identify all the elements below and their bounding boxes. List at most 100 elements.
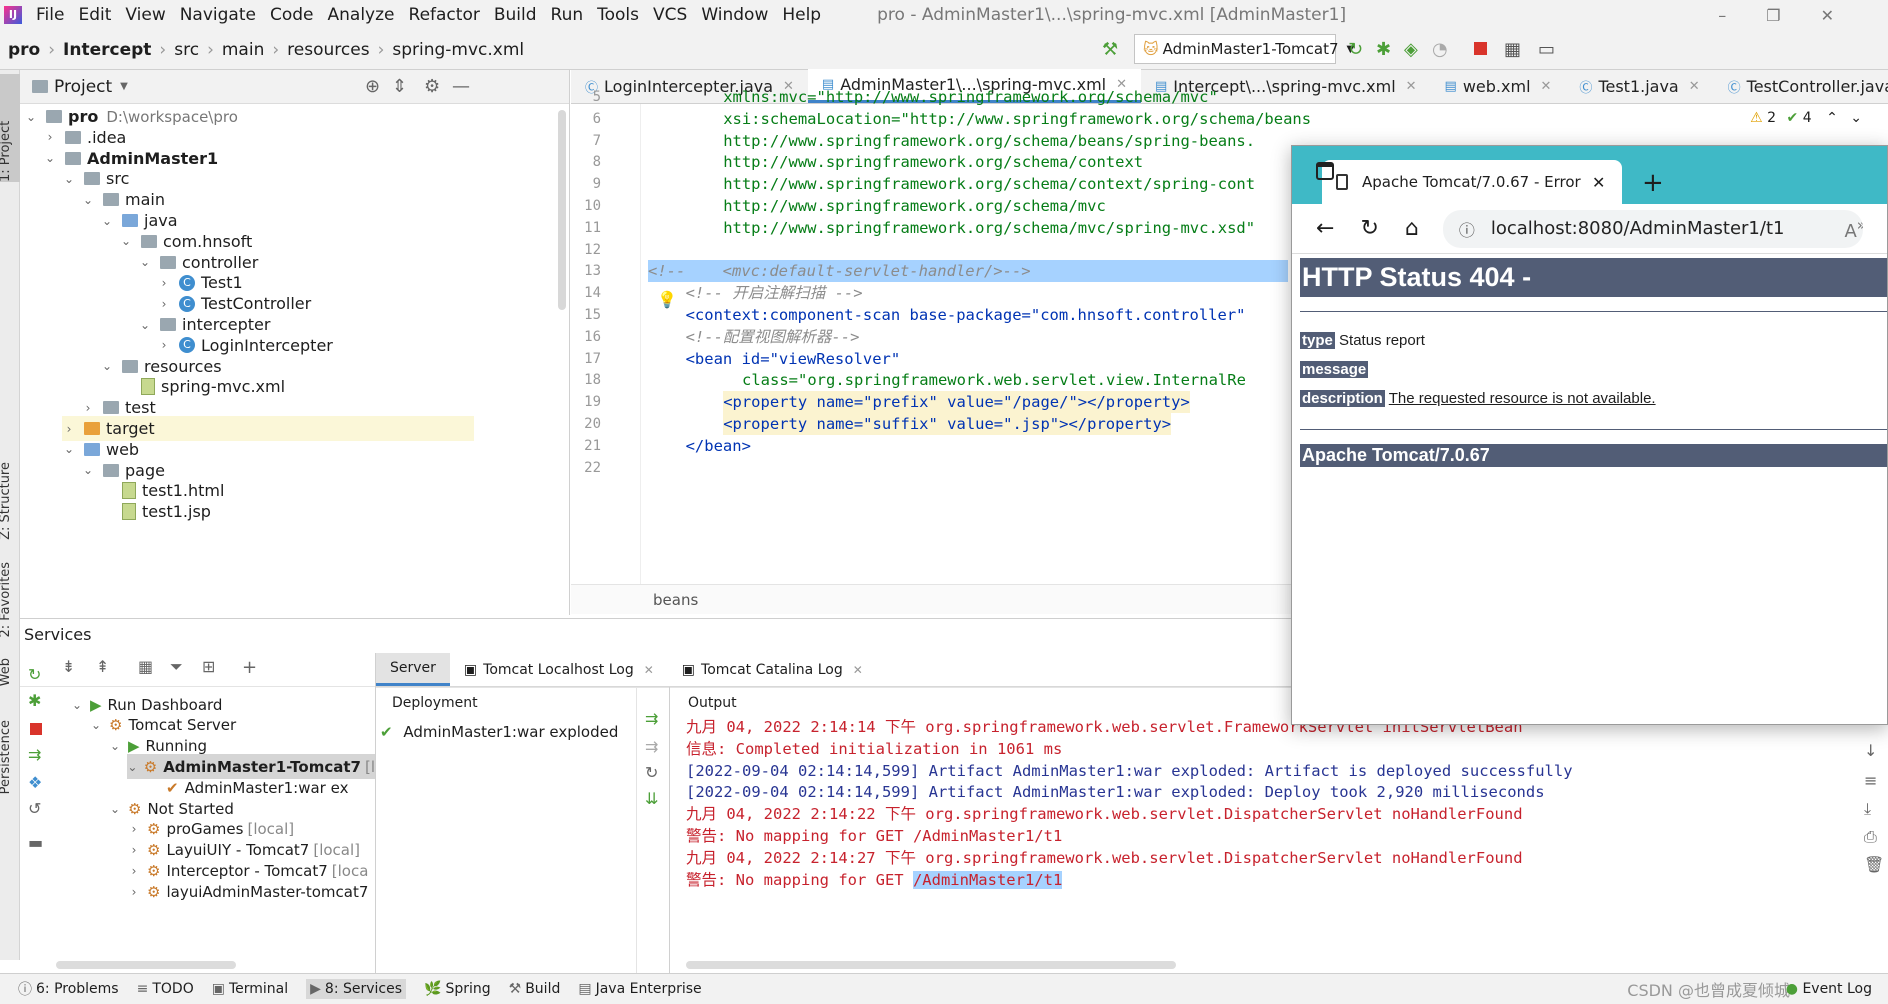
browser-tab[interactable]: Apache Tomcat/7.0.67 - Error rep ✕: [1322, 160, 1622, 204]
web-tool-tab[interactable]: Web: [0, 658, 20, 686]
breadcrumb-item[interactable]: resources: [287, 40, 369, 60]
structure-tool-tab[interactable]: Z: Structure: [0, 462, 20, 540]
rerun-icon[interactable]: ↻: [1348, 39, 1363, 60]
chevron-down-icon[interactable]: ⌄: [1850, 110, 1862, 126]
toolwindow-terminal[interactable]: ▣ Terminal: [212, 979, 288, 999]
code-line[interactable]: <!--配置视图解析器-->: [686, 326, 860, 348]
tree-scrollbar[interactable]: [56, 961, 236, 969]
scroll-down-icon[interactable]: ↓: [1864, 741, 1877, 760]
chevron-down-icon[interactable]: ⌄: [119, 234, 133, 248]
chevron-right-icon[interactable]: ›: [157, 276, 171, 290]
filter-icon[interactable]: ⏷: [170, 657, 183, 677]
chevron-down-icon[interactable]: ⌄: [81, 193, 95, 207]
profile-icon[interactable]: ◔: [1432, 39, 1448, 60]
project-tool-tab[interactable]: 1: Project: [0, 74, 20, 182]
project-view-title[interactable]: Project: [54, 77, 112, 97]
toolwindow-todo[interactable]: ≡ TODO: [137, 979, 194, 999]
breadcrumb-item[interactable]: pro: [8, 40, 40, 60]
back-icon[interactable]: ←: [1316, 216, 1334, 241]
menu-refactor[interactable]: Refactor: [409, 5, 480, 25]
code-line[interactable]: <bean id="viewResolver": [686, 348, 901, 370]
tab-actions-icon[interactable]: [1316, 162, 1334, 180]
build-hammer-icon[interactable]: ⚒: [1102, 39, 1118, 60]
server-tab[interactable]: ▣ Tomcat Catalina Log ✕: [668, 653, 877, 686]
trash-icon[interactable]: 🗑: [1864, 855, 1884, 874]
chevron-down-icon[interactable]: ⌄: [100, 359, 114, 373]
toolwindow-java-enterprise[interactable]: ▤ Java Enterprise: [578, 979, 701, 999]
menu-navigate[interactable]: Navigate: [180, 5, 256, 25]
chevron-down-icon[interactable]: ▼: [120, 81, 128, 92]
deploy-icon[interactable]: ⇉: [28, 745, 41, 764]
code-line[interactable]: </bean>: [686, 435, 751, 457]
code-line[interactable]: xsi:schemaLocation="http://www.springfra…: [723, 108, 1311, 130]
chevron-down-icon[interactable]: ⌄: [62, 442, 76, 456]
refresh-icon[interactable]: ↺: [28, 799, 41, 818]
add-icon[interactable]: +: [242, 657, 257, 678]
toolwindow--problems[interactable]: ⓘ 6: Problems: [18, 979, 119, 999]
undeploy-icon[interactable]: ⇉: [645, 737, 658, 756]
persistence-tool-tab[interactable]: Persistence: [0, 720, 20, 794]
code-line[interactable]: <property name="prefix" value="/page/"><…: [723, 391, 1190, 414]
chevron-right-icon[interactable]: ›: [81, 401, 95, 415]
new-tab-icon[interactable]: +: [1642, 168, 1664, 198]
chevron-down-icon[interactable]: ⌄: [62, 172, 76, 186]
project-structure-icon[interactable]: ▦: [1504, 39, 1521, 60]
close-icon[interactable]: ✕: [644, 663, 654, 677]
output-scrollbar[interactable]: [686, 961, 1176, 969]
chevron-up-icon[interactable]: ⌃: [1826, 110, 1838, 126]
inspection-widget[interactable]: ⚠ 2 ✔ 4 ⌃ ⌄: [1750, 110, 1862, 126]
collapse-all-icon[interactable]: ⇕: [392, 76, 407, 97]
menu-build[interactable]: Build: [494, 5, 537, 25]
menu-file[interactable]: File: [36, 5, 64, 25]
code-line[interactable]: class="org.springframework.web.servlet.v…: [742, 369, 1246, 391]
deploy-all-icon[interactable]: ⇊: [645, 789, 658, 808]
new-tab-icon[interactable]: ⊞: [202, 657, 215, 676]
debug-icon[interactable]: ✱: [28, 691, 41, 710]
intention-bulb-icon[interactable]: 💡: [657, 290, 677, 309]
deploy-icon[interactable]: ⇉: [645, 709, 658, 728]
project-scrollbar[interactable]: [558, 110, 566, 310]
menu-code[interactable]: Code: [270, 5, 314, 25]
chevron-down-icon[interactable]: ⌄: [108, 739, 122, 753]
window-controls[interactable]: –❐✕: [1718, 6, 1874, 25]
deployment-item[interactable]: ✔ AdminMaster1:war exploded: [380, 723, 618, 741]
artifact-icon[interactable]: ❖: [28, 773, 42, 792]
stop-icon[interactable]: [1474, 42, 1487, 55]
chevron-down-icon[interactable]: ⌄: [81, 463, 95, 477]
scroll-to-end-icon[interactable]: ⤓: [1864, 799, 1871, 819]
soft-wrap-icon[interactable]: ≡: [1864, 771, 1877, 790]
chevron-right-icon[interactable]: ›: [157, 338, 171, 352]
chevron-right-icon[interactable]: ›: [43, 130, 57, 144]
layout-icon[interactable]: ▬: [28, 833, 43, 852]
run-config-select[interactable]: 🐱 AdminMaster1-Tomcat7 ▼: [1134, 34, 1354, 64]
locate-icon[interactable]: ⊕: [365, 76, 380, 97]
reload-icon[interactable]: ↻: [1360, 216, 1378, 241]
chevron-right-icon[interactable]: ›: [127, 822, 141, 836]
code-line[interactable]: http://www.springframework.org/schema/co…: [723, 173, 1255, 195]
close-icon[interactable]: ✕: [853, 663, 863, 677]
chevron-down-icon[interactable]: ⌄: [70, 698, 84, 712]
code-line[interactable]: http://www.springframework.org/schema/mv…: [723, 195, 1106, 217]
close-icon[interactable]: ✕: [1541, 79, 1552, 94]
address-bar[interactable]: ⓘ localhost:8080/AdminMaster1/t1 A»: [1442, 209, 1863, 248]
expand-all-icon[interactable]: ⇟: [62, 657, 75, 676]
menu-window[interactable]: Window: [701, 5, 768, 25]
rerun-icon[interactable]: ↻: [28, 665, 41, 684]
chevron-right-icon[interactable]: ›: [157, 297, 171, 311]
chevron-right-icon[interactable]: ›: [127, 843, 141, 857]
editor-tab[interactable]: Ⓒ Test1.java ✕: [1565, 69, 1713, 103]
breadcrumb-item[interactable]: spring-mvc.xml: [392, 40, 524, 60]
favorites-tool-tab[interactable]: 2: Favorites: [0, 562, 20, 638]
chevron-down-icon[interactable]: ⌄: [89, 718, 103, 732]
service-item[interactable]: › ⚙ layuiAdminMaster-tomcat7: [127, 879, 369, 904]
menu-tools[interactable]: Tools: [597, 5, 639, 25]
server-tab[interactable]: Server: [376, 653, 450, 686]
editor-tab[interactable]: ⒸTestController.java✕: [1714, 69, 1888, 103]
toolwindow-build[interactable]: ⚒ Build: [509, 979, 561, 999]
server-tab[interactable]: ▣ Tomcat Localhost Log ✕: [450, 653, 668, 686]
chevron-down-icon[interactable]: ⌄: [24, 110, 38, 124]
close-tab-icon[interactable]: ✕: [1592, 173, 1605, 192]
event-log-button[interactable]: ● Event Log: [1786, 981, 1872, 997]
code-line[interactable]: xmlns:mvc="http://www.springframework.or…: [723, 86, 1218, 108]
chevron-right-icon[interactable]: ›: [62, 422, 76, 436]
